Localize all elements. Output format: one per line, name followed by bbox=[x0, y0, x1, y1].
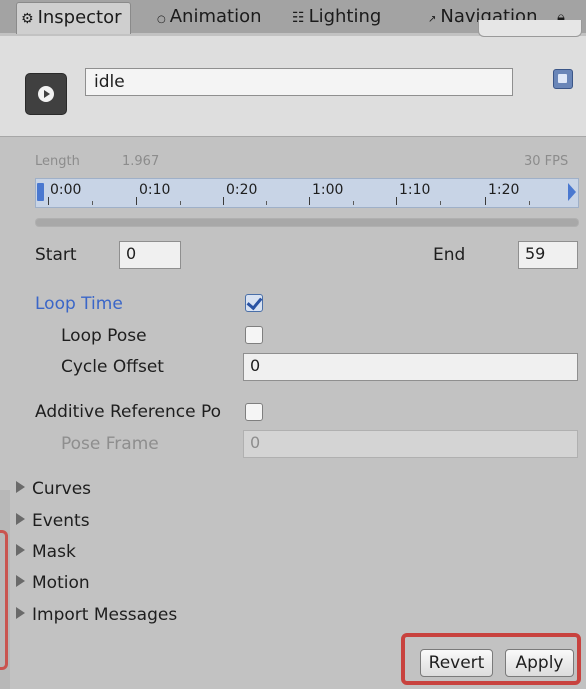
triangle-right-icon bbox=[16, 481, 25, 493]
end-field[interactable]: 59 bbox=[518, 241, 578, 269]
triangle-right-icon bbox=[16, 513, 25, 525]
loop-time-label: Loop Time bbox=[35, 294, 123, 314]
adjacent-panel-highlight bbox=[0, 530, 8, 670]
navigation-icon: ↗ bbox=[428, 14, 437, 25]
timeline-label: 0:20 bbox=[226, 182, 258, 198]
foldout-curves[interactable]: Curves bbox=[16, 479, 91, 499]
play-icon[interactable] bbox=[25, 73, 67, 115]
additive-reference-label: Additive Reference Po bbox=[35, 402, 222, 422]
loop-pose-checkbox[interactable] bbox=[245, 326, 263, 344]
timeline-label: 0:10 bbox=[139, 182, 171, 198]
timeline-tick bbox=[485, 197, 486, 205]
timeline-minor-tick bbox=[92, 201, 93, 205]
revert-button[interactable]: Revert bbox=[420, 649, 493, 677]
info-icon: ⚙ bbox=[21, 11, 34, 27]
end-marker[interactable] bbox=[568, 183, 576, 201]
tab-lighting[interactable]: ☷ Lighting bbox=[292, 2, 381, 33]
foldout-mask[interactable]: Mask bbox=[16, 542, 76, 562]
start-field[interactable]: 0 bbox=[119, 241, 181, 269]
end-label: End bbox=[433, 245, 466, 265]
timeline-minor-tick bbox=[440, 201, 441, 205]
cycle-offset-label: Cycle Offset bbox=[61, 357, 164, 377]
timeline-tick bbox=[48, 197, 49, 205]
timeline-tick bbox=[396, 197, 397, 205]
triangle-right-icon bbox=[16, 575, 25, 587]
length-label: Length bbox=[35, 154, 80, 169]
loop-time-checkbox[interactable] bbox=[245, 294, 263, 312]
pose-frame-field: 0 bbox=[243, 430, 578, 458]
timeline-minor-tick bbox=[180, 201, 181, 205]
timeline-label: 1:20 bbox=[488, 182, 520, 198]
timeline-tick bbox=[136, 197, 137, 205]
help-icon[interactable] bbox=[553, 69, 573, 89]
triangle-right-icon bbox=[16, 607, 25, 619]
timeline-tick bbox=[309, 197, 310, 205]
apply-button[interactable]: Apply bbox=[505, 649, 574, 677]
triangle-right-icon bbox=[16, 544, 25, 556]
timeline-label: 0:00 bbox=[50, 182, 82, 198]
tab-animation[interactable]: ○ Animation bbox=[157, 2, 262, 33]
timeline-ruler[interactable]: 0:00 0:10 0:20 1:00 1:10 1:20 bbox=[35, 178, 579, 208]
header-button[interactable] bbox=[478, 20, 582, 37]
timeline-minor-tick bbox=[266, 201, 267, 205]
timeline-tick bbox=[223, 197, 224, 205]
timeline-scrollbar[interactable] bbox=[35, 218, 579, 227]
timeline-label: 1:00 bbox=[312, 182, 344, 198]
cycle-offset-field[interactable]: 0 bbox=[243, 353, 578, 381]
length-value: 1.967 bbox=[122, 154, 160, 169]
clip-name-field[interactable]: idle bbox=[85, 68, 513, 96]
timeline-minor-tick bbox=[529, 201, 530, 205]
start-marker[interactable] bbox=[37, 183, 44, 201]
foldout-import-messages[interactable]: Import Messages bbox=[16, 605, 177, 625]
foldout-motion[interactable]: Motion bbox=[16, 573, 90, 593]
timeline-label: 1:10 bbox=[399, 182, 431, 198]
loop-pose-label: Loop Pose bbox=[61, 326, 147, 346]
lighting-icon: ☷ bbox=[292, 10, 305, 26]
timeline-minor-tick bbox=[353, 201, 354, 205]
start-label: Start bbox=[35, 245, 77, 265]
foldout-events[interactable]: Events bbox=[16, 511, 90, 531]
animation-icon: ○ bbox=[157, 14, 166, 25]
fps-value: 30 FPS bbox=[524, 154, 569, 169]
tab-inspector[interactable]: ⚙ Inspector bbox=[16, 2, 131, 34]
pose-frame-label: Pose Frame bbox=[61, 434, 159, 454]
additive-reference-checkbox[interactable] bbox=[245, 403, 263, 421]
